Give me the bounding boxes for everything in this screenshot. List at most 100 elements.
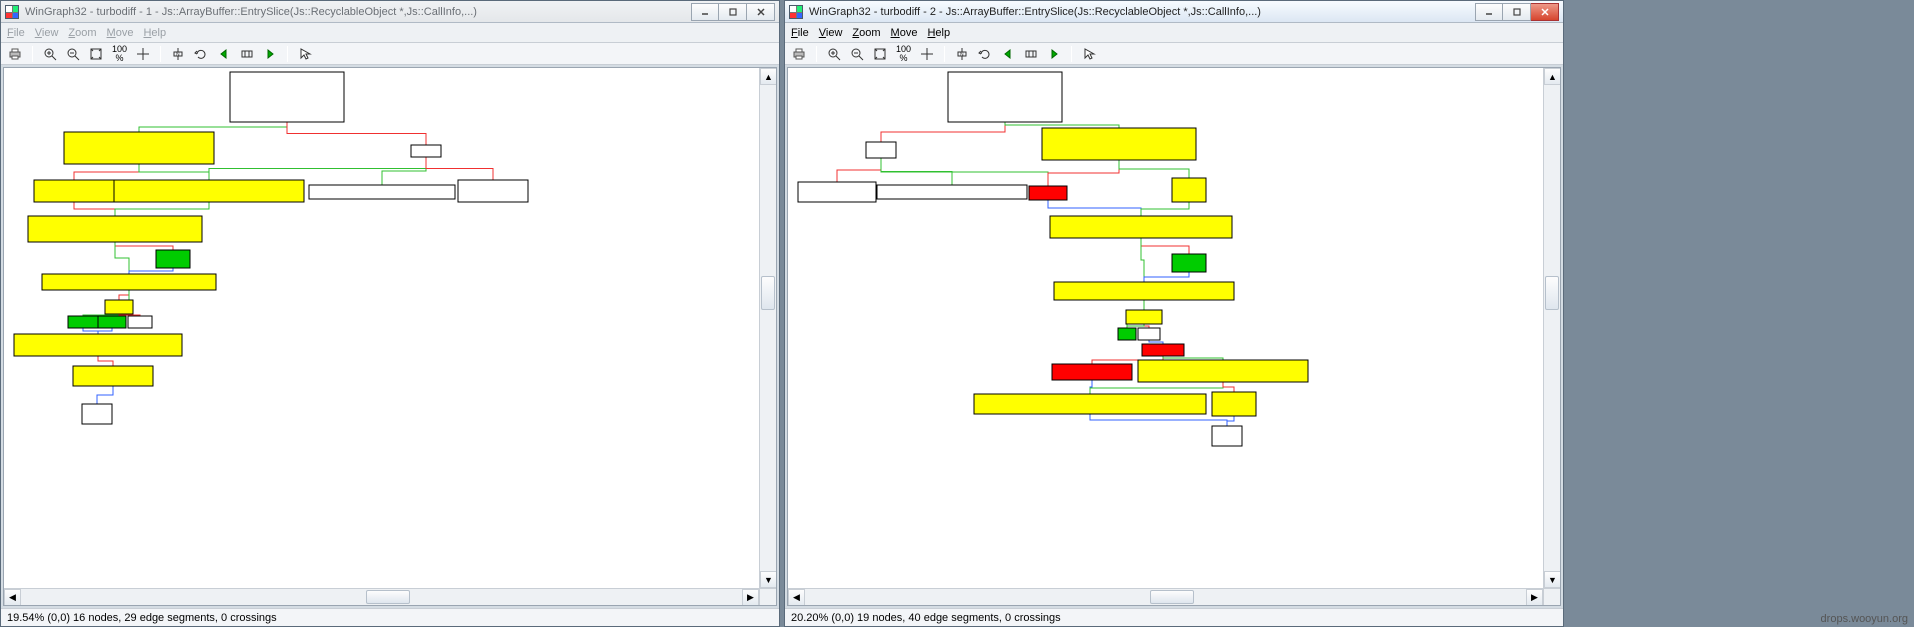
scroll-up-icon[interactable]: ▲: [1544, 68, 1561, 85]
graph-node[interactable]: [28, 216, 202, 242]
nav-back-icon[interactable]: [214, 45, 234, 63]
graph-node[interactable]: [1052, 364, 1132, 380]
cursor-icon[interactable]: [1079, 45, 1099, 63]
graph-node[interactable]: [1029, 186, 1067, 200]
scroll-down-icon[interactable]: ▼: [760, 571, 777, 588]
scroll-up-icon[interactable]: ▲: [760, 68, 777, 85]
nav-history-icon[interactable]: [237, 45, 257, 63]
maximize-button[interactable]: [719, 3, 747, 21]
fit-window-icon[interactable]: [86, 45, 106, 63]
nav-history-icon[interactable]: [1021, 45, 1041, 63]
scroll-left-icon[interactable]: ◀: [4, 589, 21, 606]
close-button[interactable]: [1531, 3, 1559, 21]
graph-node[interactable]: [1212, 426, 1242, 446]
graph-node[interactable]: [866, 142, 896, 158]
nav-back-icon[interactable]: [998, 45, 1018, 63]
graph-node[interactable]: [1172, 254, 1206, 272]
refresh-icon[interactable]: [975, 45, 995, 63]
graph-node[interactable]: [877, 185, 1027, 199]
horizontal-scrollbar[interactable]: ◀ ▶: [788, 588, 1543, 605]
scroll-left-icon[interactable]: ◀: [788, 589, 805, 606]
print-icon[interactable]: [5, 45, 25, 63]
vertical-scrollbar[interactable]: ▲ ▼: [759, 68, 776, 588]
graph-node[interactable]: [34, 180, 114, 202]
scroll-thumb[interactable]: [366, 590, 410, 604]
scroll-right-icon[interactable]: ▶: [1526, 589, 1543, 606]
graph-node[interactable]: [128, 316, 152, 328]
graph-node[interactable]: [1054, 282, 1234, 300]
graph-node[interactable]: [309, 185, 455, 199]
zoom-100-icon[interactable]: 100%: [109, 45, 130, 63]
crosshair-icon[interactable]: [917, 45, 937, 63]
zoom-out-icon[interactable]: [847, 45, 867, 63]
graph-node[interactable]: [458, 180, 528, 202]
graph-node[interactable]: [98, 316, 126, 328]
graph-node[interactable]: [14, 334, 182, 356]
scroll-down-icon[interactable]: ▼: [1544, 571, 1561, 588]
graph-canvas[interactable]: ▲ ▼ ◀ ▶: [787, 67, 1561, 606]
graph-node[interactable]: [948, 72, 1062, 122]
nav-forward-icon[interactable]: [260, 45, 280, 63]
graph-node[interactable]: [1138, 360, 1308, 382]
vertical-scrollbar[interactable]: ▲ ▼: [1543, 68, 1560, 588]
graph-node[interactable]: [1212, 392, 1256, 416]
nav-forward-icon[interactable]: [1044, 45, 1064, 63]
graph-node[interactable]: [1050, 216, 1232, 238]
zoom-out-icon[interactable]: [63, 45, 83, 63]
horizontal-scrollbar[interactable]: ◀ ▶: [4, 588, 759, 605]
graph-node[interactable]: [230, 72, 344, 122]
zoom-in-icon[interactable]: [40, 45, 60, 63]
menu-view[interactable]: View: [819, 27, 843, 39]
graph-node[interactable]: [114, 180, 304, 202]
center-node-icon[interactable]: N: [168, 45, 188, 63]
zoom-in-icon[interactable]: [824, 45, 844, 63]
scroll-thumb[interactable]: [1150, 590, 1194, 604]
graph-node[interactable]: [1172, 178, 1206, 202]
zoom-100-icon[interactable]: 100%: [893, 45, 914, 63]
center-node-icon[interactable]: N: [952, 45, 972, 63]
graph-node[interactable]: [42, 274, 216, 290]
menu-help[interactable]: Help: [143, 27, 166, 39]
graph-node[interactable]: [73, 366, 153, 386]
graph-node[interactable]: [1042, 128, 1196, 160]
graph-node[interactable]: [156, 250, 190, 268]
graph-node[interactable]: [1118, 328, 1136, 340]
fit-window-icon[interactable]: [870, 45, 890, 63]
window-controls: [691, 3, 775, 21]
minimize-button[interactable]: [691, 3, 719, 21]
graph-node[interactable]: [1126, 310, 1162, 324]
print-icon[interactable]: [789, 45, 809, 63]
menu-file[interactable]: File: [7, 27, 25, 39]
graph-canvas[interactable]: ▲ ▼ ◀ ▶: [3, 67, 777, 606]
menu-help[interactable]: Help: [927, 27, 950, 39]
close-button[interactable]: [747, 3, 775, 21]
graph-node[interactable]: [1138, 328, 1160, 340]
crosshair-icon[interactable]: [133, 45, 153, 63]
cursor-icon[interactable]: [295, 45, 315, 63]
graph-svg[interactable]: [788, 68, 1548, 508]
refresh-icon[interactable]: [191, 45, 211, 63]
scroll-thumb[interactable]: [761, 276, 775, 310]
graph-node[interactable]: [64, 132, 214, 164]
graph-node[interactable]: [68, 316, 98, 328]
maximize-button[interactable]: [1503, 3, 1531, 21]
menu-zoom[interactable]: Zoom: [852, 27, 880, 39]
titlebar[interactable]: WinGraph32 - turbodiff - 1 - Js::ArrayBu…: [1, 1, 779, 23]
scroll-right-icon[interactable]: ▶: [742, 589, 759, 606]
menu-move[interactable]: Move: [891, 27, 918, 39]
scroll-thumb[interactable]: [1545, 276, 1559, 310]
statusbar: 19.54% (0,0) 16 nodes, 29 edge segments,…: [1, 608, 779, 626]
graph-node[interactable]: [411, 145, 441, 157]
menu-move[interactable]: Move: [107, 27, 134, 39]
graph-node[interactable]: [798, 182, 876, 202]
graph-node[interactable]: [105, 300, 133, 314]
minimize-button[interactable]: [1475, 3, 1503, 21]
menu-file[interactable]: File: [791, 27, 809, 39]
titlebar[interactable]: WinGraph32 - turbodiff - 2 - Js::ArrayBu…: [785, 1, 1563, 23]
graph-node[interactable]: [974, 394, 1206, 414]
graph-node[interactable]: [1142, 344, 1184, 356]
graph-svg[interactable]: [4, 68, 764, 508]
menu-view[interactable]: View: [35, 27, 59, 39]
graph-node[interactable]: [82, 404, 112, 424]
menu-zoom[interactable]: Zoom: [68, 27, 96, 39]
